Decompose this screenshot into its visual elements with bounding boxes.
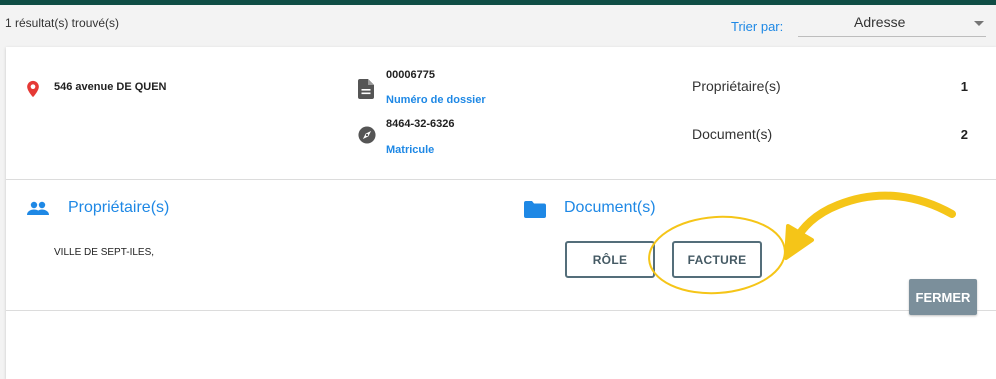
folder-icon (524, 201, 546, 218)
owners-count-label: Propriétaire(s) (692, 78, 781, 94)
map-pin-icon (27, 80, 39, 98)
divider (6, 310, 996, 311)
property-card: 546 avenue DE QUEN 00006775 Numéro de do… (6, 47, 996, 379)
top-bar (0, 0, 996, 5)
property-address: 546 avenue DE QUEN (54, 81, 167, 93)
compass-icon (358, 126, 376, 144)
document-icon (358, 79, 374, 99)
caret-down-icon (974, 21, 984, 26)
people-icon (27, 201, 49, 215)
close-button[interactable]: FERMER (909, 279, 977, 315)
documents-section-title: Document(s) (564, 199, 656, 216)
role-button[interactable]: RÔLE (565, 241, 655, 278)
owners-count: 1 (960, 79, 968, 94)
file-number-label: Numéro de dossier (386, 94, 486, 106)
divider (6, 179, 996, 180)
documents-count-label: Document(s) (692, 126, 773, 142)
invoice-button[interactable]: FACTURE (672, 241, 762, 278)
matricule-label: Matricule (386, 144, 435, 156)
matricule: 8464-32-6326 (386, 118, 455, 130)
results-count: 1 résultat(s) trouvé(s) (5, 16, 120, 30)
owners-section-title: Propriétaire(s) (68, 199, 170, 216)
file-number: 00006775 (386, 69, 435, 81)
sort-select[interactable]: Adresse (798, 10, 986, 37)
sort-value: Adresse (854, 14, 906, 30)
owner-name: VILLE DE SEPT-ILES, (54, 247, 155, 258)
documents-count: 2 (960, 127, 968, 142)
sort-label: Trier par: (731, 19, 784, 34)
